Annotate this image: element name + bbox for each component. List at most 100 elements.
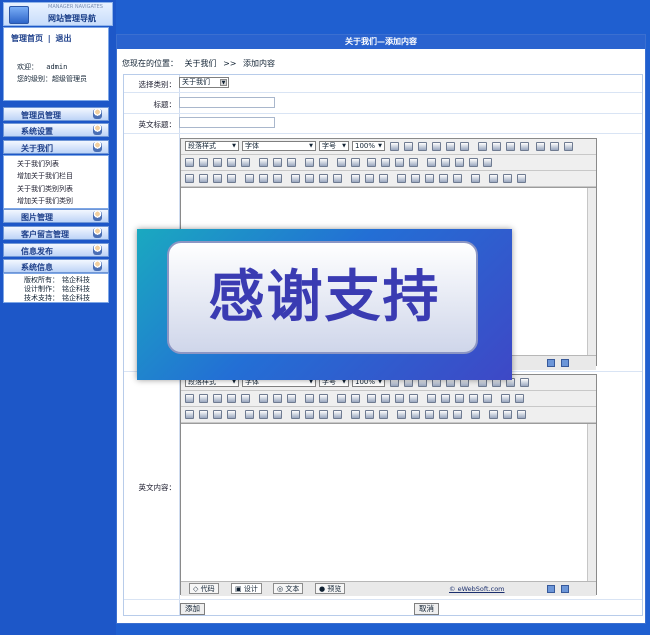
time-icon[interactable]: [425, 174, 434, 183]
tab-text[interactable]: ◎ 文本: [273, 583, 304, 594]
unlink-icon[interactable]: [469, 158, 478, 167]
paste-word-icon[interactable]: [241, 158, 250, 167]
image-icon[interactable]: [185, 410, 194, 419]
title-input[interactable]: [179, 97, 275, 108]
media-icon[interactable]: [213, 410, 222, 419]
menu-system-settings[interactable]: 系统设置: [3, 123, 109, 137]
marquee-icon[interactable]: [365, 174, 374, 183]
input-icon[interactable]: [305, 174, 314, 183]
paragraph-style-select[interactable]: 段落样式 ▼: [185, 141, 239, 151]
highlight-icon[interactable]: [441, 394, 450, 403]
textarea-icon[interactable]: [319, 410, 328, 419]
find-icon[interactable]: [259, 394, 268, 403]
border-icon[interactable]: [483, 158, 492, 167]
menu-about-us[interactable]: 关于我们: [3, 140, 109, 154]
shrink-icon[interactable]: [561, 585, 569, 593]
fullscreen-icon[interactable]: [536, 142, 545, 151]
button-icon[interactable]: [333, 410, 342, 419]
scrollbar[interactable]: [587, 424, 596, 581]
admin-home-link[interactable]: 管理首页: [11, 34, 43, 43]
media-icon[interactable]: [213, 174, 222, 183]
align-justify-icon[interactable]: [520, 378, 529, 387]
symbol-icon[interactable]: [379, 410, 388, 419]
italic-icon[interactable]: [404, 142, 413, 151]
indent-icon[interactable]: [409, 158, 418, 167]
indent-icon[interactable]: [409, 394, 418, 403]
fullscreen-icon[interactable]: [501, 394, 510, 403]
tab-code[interactable]: ◇ 代码: [189, 583, 219, 594]
zoom-select[interactable]: 100% ▼: [352, 141, 385, 151]
shrink-icon[interactable]: [561, 359, 569, 367]
tab-design[interactable]: ▣ 设计: [231, 583, 262, 594]
emoticon-icon[interactable]: [397, 410, 406, 419]
anchor-icon[interactable]: [453, 174, 462, 183]
align-justify-icon[interactable]: [520, 142, 529, 151]
help-icon[interactable]: [503, 410, 512, 419]
find-icon[interactable]: [259, 158, 268, 167]
outdent-icon[interactable]: [395, 158, 404, 167]
border-icon[interactable]: [483, 394, 492, 403]
submenu-about-list[interactable]: 关于我们列表: [17, 159, 59, 169]
select-all-icon[interactable]: [337, 158, 346, 167]
font-select[interactable]: 字体 ▼: [242, 141, 316, 151]
table-icon[interactable]: [245, 410, 254, 419]
grid-icon[interactable]: [273, 410, 282, 419]
flash-icon[interactable]: [199, 174, 208, 183]
page-break-icon[interactable]: [471, 410, 480, 419]
paste-text-icon[interactable]: [227, 394, 236, 403]
submenu-about-category-list[interactable]: 关于我们类别列表: [17, 184, 73, 194]
button-icon[interactable]: [333, 174, 342, 183]
scrollbar[interactable]: [587, 188, 596, 355]
window-icon[interactable]: [550, 142, 559, 151]
text-color-icon[interactable]: [427, 394, 436, 403]
time-icon[interactable]: [425, 410, 434, 419]
logout-link[interactable]: 退出: [56, 34, 72, 43]
menu-image-manage[interactable]: 图片管理: [3, 209, 109, 223]
eraser-icon[interactable]: [287, 394, 296, 403]
window-icon[interactable]: [515, 394, 524, 403]
anchor-icon[interactable]: [453, 410, 462, 419]
superscript-icon[interactable]: [446, 142, 455, 151]
stop-icon[interactable]: [564, 142, 573, 151]
breadcrumb-section[interactable]: 关于我们: [185, 59, 217, 68]
form-icon[interactable]: [291, 174, 300, 183]
symbol-icon[interactable]: [379, 174, 388, 183]
numbered-list-icon[interactable]: [367, 394, 376, 403]
redo-icon[interactable]: [319, 394, 328, 403]
cut-icon[interactable]: [185, 394, 194, 403]
undo-icon[interactable]: [305, 158, 314, 167]
delete-icon[interactable]: [273, 394, 282, 403]
layer-icon[interactable]: [351, 410, 360, 419]
unlink-icon[interactable]: [469, 394, 478, 403]
ewebsoft-link[interactable]: © eWebSoft.com: [449, 585, 505, 593]
link-icon[interactable]: [455, 394, 464, 403]
category-select[interactable]: 关于我们 ▼: [179, 77, 229, 88]
table-icon[interactable]: [245, 174, 254, 183]
bold-icon[interactable]: [390, 142, 399, 151]
submenu-add-about-category[interactable]: 增加关于我们类别: [17, 196, 73, 206]
link-icon[interactable]: [455, 158, 464, 167]
menu-admin-manage[interactable]: 管理员管理: [3, 107, 109, 121]
date-icon[interactable]: [411, 410, 420, 419]
undo-icon[interactable]: [305, 394, 314, 403]
menu-info-publish[interactable]: 信息发布: [3, 243, 109, 257]
highlight-icon[interactable]: [441, 158, 450, 167]
input-icon[interactable]: [305, 410, 314, 419]
paste-icon[interactable]: [213, 158, 222, 167]
align-right-icon[interactable]: [506, 142, 515, 151]
cell-icon[interactable]: [259, 410, 268, 419]
paste-icon[interactable]: [213, 394, 222, 403]
emoticon-icon[interactable]: [397, 174, 406, 183]
copy-icon[interactable]: [199, 158, 208, 167]
align-left-icon[interactable]: [478, 142, 487, 151]
outdent-icon[interactable]: [395, 394, 404, 403]
text-color-icon[interactable]: [427, 158, 436, 167]
paste-word-icon[interactable]: [241, 394, 250, 403]
paste-text-icon[interactable]: [227, 158, 236, 167]
en-title-input[interactable]: [179, 117, 275, 128]
cursor-icon[interactable]: [351, 158, 360, 167]
bullet-list-icon[interactable]: [381, 394, 390, 403]
image-icon[interactable]: [185, 174, 194, 183]
redo-icon[interactable]: [319, 158, 328, 167]
submit-button[interactable]: 添加: [180, 603, 205, 615]
